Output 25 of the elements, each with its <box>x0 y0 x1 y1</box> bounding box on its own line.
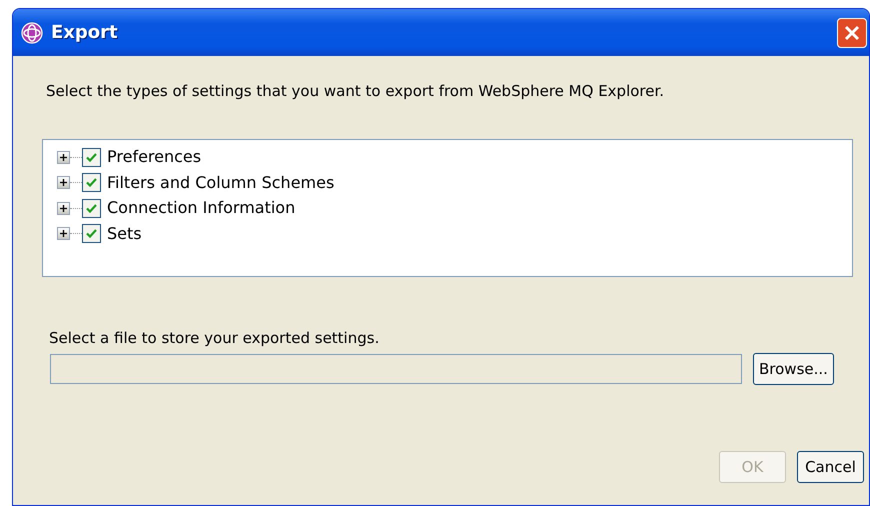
check-icon <box>85 150 98 164</box>
file-path-field[interactable] <box>50 354 742 384</box>
browse-button[interactable]: Browse... <box>753 352 834 385</box>
checkbox[interactable] <box>82 173 101 192</box>
window-title: Export <box>51 21 118 45</box>
tree-item-label[interactable]: Filters and Column Schemes <box>107 170 334 195</box>
check-icon <box>85 227 98 240</box>
close-icon <box>843 24 861 42</box>
check-icon <box>85 202 98 215</box>
expand-icon[interactable] <box>57 202 70 215</box>
file-label: Select a file to store your exported settings. <box>49 328 380 348</box>
tree-item-label[interactable]: Connection Information <box>107 196 296 220</box>
tree-item-label[interactable]: Sets <box>107 222 142 246</box>
expand-icon[interactable] <box>57 150 70 164</box>
close-button[interactable] <box>837 18 867 48</box>
check-icon <box>85 176 98 190</box>
instruction-text: Select the types of settings that you want to export from WebSphere MQ Explorer. <box>46 81 666 102</box>
expand-icon[interactable] <box>57 227 70 240</box>
cancel-button[interactable]: Cancel <box>797 450 864 483</box>
expand-icon[interactable] <box>57 176 70 190</box>
checkbox[interactable] <box>82 198 101 218</box>
tree-item-label[interactable]: Preferences <box>107 145 202 170</box>
checkbox[interactable] <box>82 224 101 244</box>
app-icon <box>21 22 43 44</box>
checkbox[interactable] <box>82 148 101 167</box>
